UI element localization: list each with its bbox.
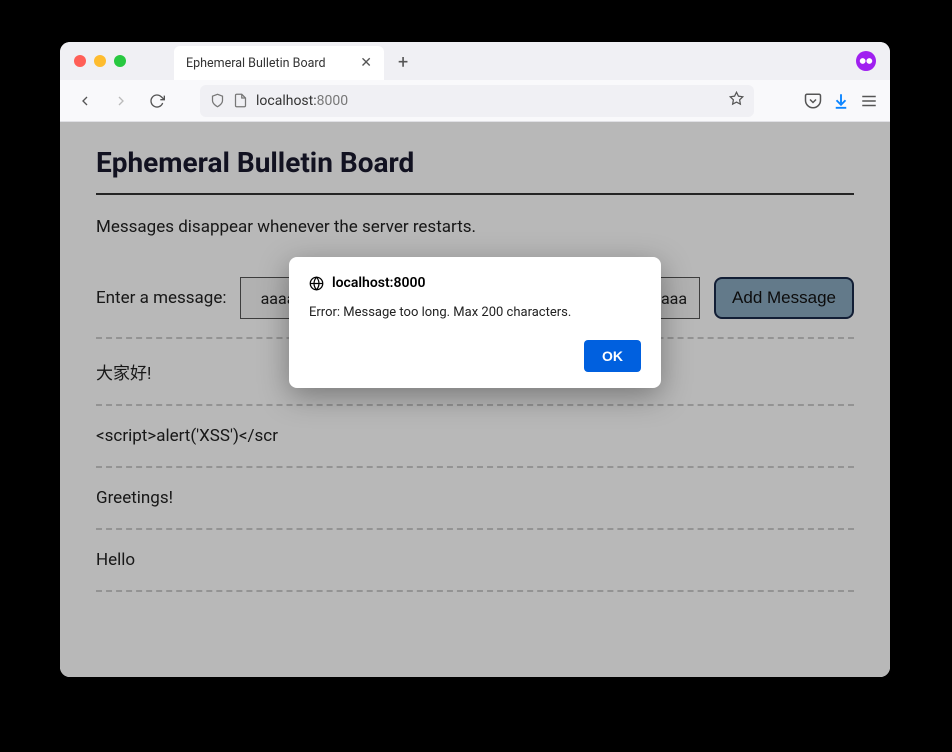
page-icon	[233, 93, 248, 108]
globe-icon	[309, 276, 324, 291]
back-button[interactable]	[72, 88, 98, 114]
menu-icon[interactable]	[860, 92, 878, 110]
forward-button[interactable]	[108, 88, 134, 114]
alert-origin: localhost:8000	[332, 275, 425, 291]
titlebar: Ephemeral Bulletin Board ✕ +	[60, 42, 890, 80]
alert-message: Error: Message too long. Max 200 charact…	[309, 305, 641, 320]
alert-header: localhost:8000	[309, 275, 641, 291]
browser-window: Ephemeral Bulletin Board ✕ + localhost:8…	[60, 42, 890, 677]
close-window-button[interactable]	[74, 55, 86, 67]
reload-button[interactable]	[144, 88, 170, 114]
url-text: localhost:8000	[256, 93, 348, 109]
window-controls	[74, 55, 126, 67]
modal-overlay	[60, 122, 890, 677]
maximize-window-button[interactable]	[114, 55, 126, 67]
toolbar: localhost:8000	[60, 80, 890, 122]
new-tab-button[interactable]: +	[398, 52, 408, 73]
download-icon[interactable]	[832, 92, 850, 110]
browser-tab[interactable]: Ephemeral Bulletin Board ✕	[174, 46, 384, 80]
pocket-icon[interactable]	[804, 92, 822, 110]
alert-actions: OK	[309, 340, 641, 372]
minimize-window-button[interactable]	[94, 55, 106, 67]
close-tab-icon[interactable]: ✕	[360, 55, 372, 71]
extension-icon[interactable]	[856, 51, 876, 71]
shield-icon	[210, 93, 225, 108]
bookmark-star-icon[interactable]	[729, 91, 744, 110]
tab-title: Ephemeral Bulletin Board	[186, 56, 326, 71]
alert-ok-button[interactable]: OK	[584, 340, 641, 372]
url-bar[interactable]: localhost:8000	[200, 85, 754, 117]
alert-dialog: localhost:8000 Error: Message too long. …	[289, 257, 661, 388]
